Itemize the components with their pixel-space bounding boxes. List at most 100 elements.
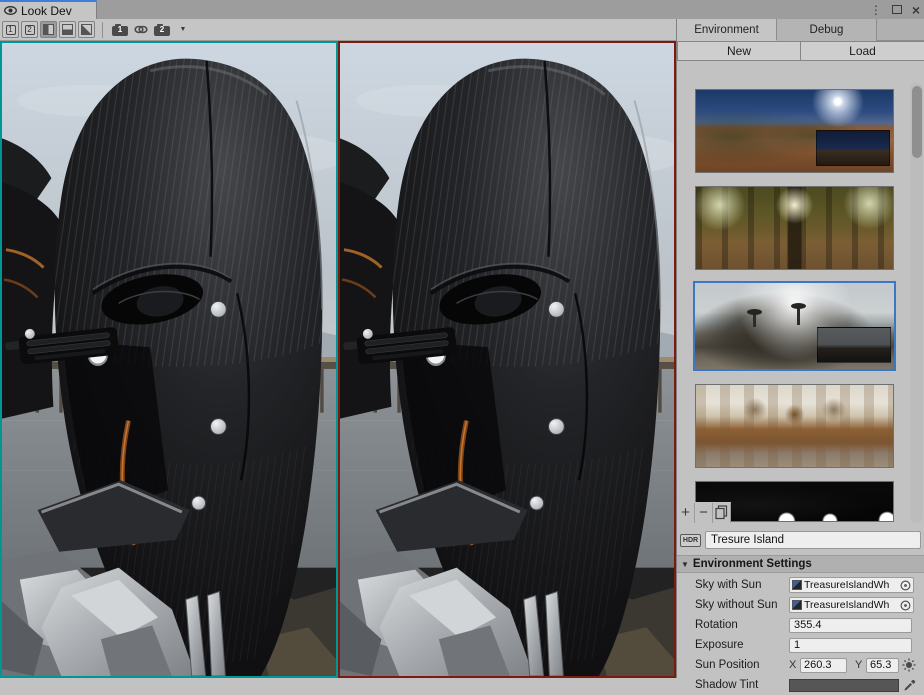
- sun-position-gizmo-button[interactable]: [901, 657, 917, 673]
- close-icon[interactable]: ×: [912, 3, 920, 17]
- exposure-field[interactable]: 1: [789, 638, 912, 653]
- link-icon: [134, 25, 148, 34]
- single-view-1-button[interactable]: 1: [2, 21, 19, 38]
- duplicate-hdri-button[interactable]: [713, 503, 731, 523]
- camera-1-button[interactable]: 1: [110, 21, 130, 38]
- sun-y-field[interactable]: 65.3: [866, 658, 899, 673]
- split-horizontal-button[interactable]: [59, 21, 76, 38]
- tab-debug[interactable]: Debug: [777, 19, 877, 41]
- window-title: Look Dev: [21, 4, 72, 18]
- lookdev-viewport: [0, 41, 676, 678]
- row-sun-position: Sun Position X 260.3 Y 65.3: [677, 655, 924, 675]
- camera-options-dropdown[interactable]: ▼: [175, 21, 191, 38]
- remove-hdri-button[interactable]: −: [695, 503, 713, 523]
- tab-environment-label: Environment: [694, 24, 759, 36]
- link-cameras-button[interactable]: [133, 21, 149, 38]
- rotation-label: Rotation: [695, 619, 738, 631]
- lookdev-window: Look Dev ⋮ × 1 2 1: [0, 0, 924, 678]
- row-exposure: Exposure 1: [677, 635, 924, 655]
- hdri-inset-preview: [817, 327, 891, 363]
- sun-position-label: Sun Position: [695, 659, 760, 671]
- tab-debug-label: Debug: [810, 24, 844, 36]
- hdr-name-value: Tresure Island: [711, 534, 784, 546]
- hdri-list-toolbar: + −: [677, 502, 731, 523]
- sun-icon: [902, 658, 916, 672]
- plus-icon: +: [681, 504, 690, 521]
- new-button-label: New: [727, 44, 751, 58]
- palm-tree-silhouette: [753, 313, 756, 327]
- sky-with-sun-object-field[interactable]: TreasureIslandWh: [789, 577, 914, 593]
- sky-without-sun-object-field[interactable]: TreasureIslandWh: [789, 597, 914, 613]
- camera-1-label: 1: [110, 26, 130, 34]
- row-sky-with-sun: Sky with Sun TreasureIslandWh: [677, 575, 924, 595]
- load-button-label: Load: [849, 44, 876, 58]
- split-diagonal-icon: [81, 24, 92, 35]
- rotation-value: 355.4: [794, 619, 822, 631]
- sky-with-sun-value: TreasureIslandWh: [804, 579, 889, 591]
- eyedropper-icon: [903, 679, 916, 692]
- single-view-1-label: 1: [6, 25, 16, 35]
- row-rotation: Rotation 355.4: [677, 615, 924, 635]
- row-shadow-tint: Shadow Tint: [677, 675, 924, 695]
- maximize-icon[interactable]: [892, 5, 902, 14]
- render-view-2[interactable]: [338, 41, 676, 678]
- add-hdri-button[interactable]: +: [677, 503, 695, 523]
- tab-environment[interactable]: Environment: [677, 19, 777, 41]
- env-actions: New Load: [677, 41, 924, 61]
- eye-icon: [4, 6, 17, 15]
- exposure-value: 1: [794, 639, 800, 651]
- sun-x-field[interactable]: 260.3: [800, 658, 847, 673]
- hdri-thumbnail-church[interactable]: [695, 384, 894, 468]
- sun-y-label: Y: [855, 659, 862, 671]
- panel-tab-bar: Environment Debug: [677, 19, 924, 41]
- split-vertical-button[interactable]: [40, 21, 57, 38]
- hdr-name-row: HDR Tresure Island: [677, 530, 924, 550]
- sun-x-value: 260.3: [804, 659, 832, 671]
- chevron-down-icon: ▼: [180, 26, 187, 33]
- hdr-name-field[interactable]: Tresure Island: [705, 531, 921, 549]
- split-horizontal-icon: [62, 24, 73, 35]
- single-view-2-label: 2: [25, 25, 35, 35]
- duplicate-icon: [715, 505, 728, 520]
- texture-thumb-icon: [792, 580, 802, 590]
- minus-icon: −: [699, 504, 708, 521]
- row-sky-without-sun: Sky without Sun TreasureIslandWh: [677, 595, 924, 615]
- sky-without-sun-value: TreasureIslandWh: [804, 599, 889, 611]
- sun-y-value: 65.3: [870, 659, 891, 671]
- texture-thumb-icon: [792, 600, 802, 610]
- hdri-thumbnail-desert[interactable]: [695, 89, 894, 173]
- object-picker-icon[interactable]: [899, 579, 912, 592]
- environment-settings-header[interactable]: ▼ Environment Settings: [677, 555, 924, 573]
- hdri-thumbnail-forest[interactable]: [695, 186, 894, 270]
- load-button[interactable]: Load: [801, 41, 924, 61]
- rotation-field[interactable]: 355.4: [789, 618, 912, 633]
- hdri-thumbnail-treasure-island[interactable]: [693, 281, 896, 371]
- toolbar-separator: [102, 22, 103, 38]
- scrollbar-thumb[interactable]: [912, 86, 922, 158]
- exposure-label: Exposure: [695, 639, 744, 651]
- single-view-2-button[interactable]: 2: [21, 21, 38, 38]
- sky-with-sun-label: Sky with Sun: [695, 579, 761, 591]
- lookdev-tab[interactable]: Look Dev: [0, 0, 97, 19]
- render-view-1[interactable]: [0, 41, 338, 678]
- hdr-badge: HDR: [680, 534, 701, 547]
- new-button[interactable]: New: [677, 41, 801, 61]
- window-menu-icon[interactable]: ⋮: [870, 4, 882, 16]
- environment-settings-title: Environment Settings: [693, 558, 812, 570]
- shadow-tint-color-swatch[interactable]: [789, 679, 899, 692]
- foldout-triangle-icon: ▼: [681, 560, 689, 569]
- titlebar: Look Dev ⋮ ×: [0, 0, 924, 19]
- split-vertical-icon: [43, 24, 54, 35]
- camera-2-label: 2: [152, 26, 172, 34]
- hdri-library: + − HDR Tresure Island: [677, 61, 924, 678]
- thumbnail-scrollbar[interactable]: [910, 83, 923, 523]
- camera-2-button[interactable]: 2: [152, 21, 172, 38]
- split-diagonal-button[interactable]: [78, 21, 95, 38]
- eyedropper-button[interactable]: [901, 677, 917, 693]
- hdri-inset-preview: [816, 130, 890, 166]
- sky-without-sun-label: Sky without Sun: [695, 599, 777, 611]
- object-picker-icon[interactable]: [899, 599, 912, 612]
- lookdev-toolbar: 1 2 1: [0, 19, 676, 41]
- sun-x-label: X: [789, 659, 796, 671]
- shadow-tint-label: Shadow Tint: [695, 679, 758, 691]
